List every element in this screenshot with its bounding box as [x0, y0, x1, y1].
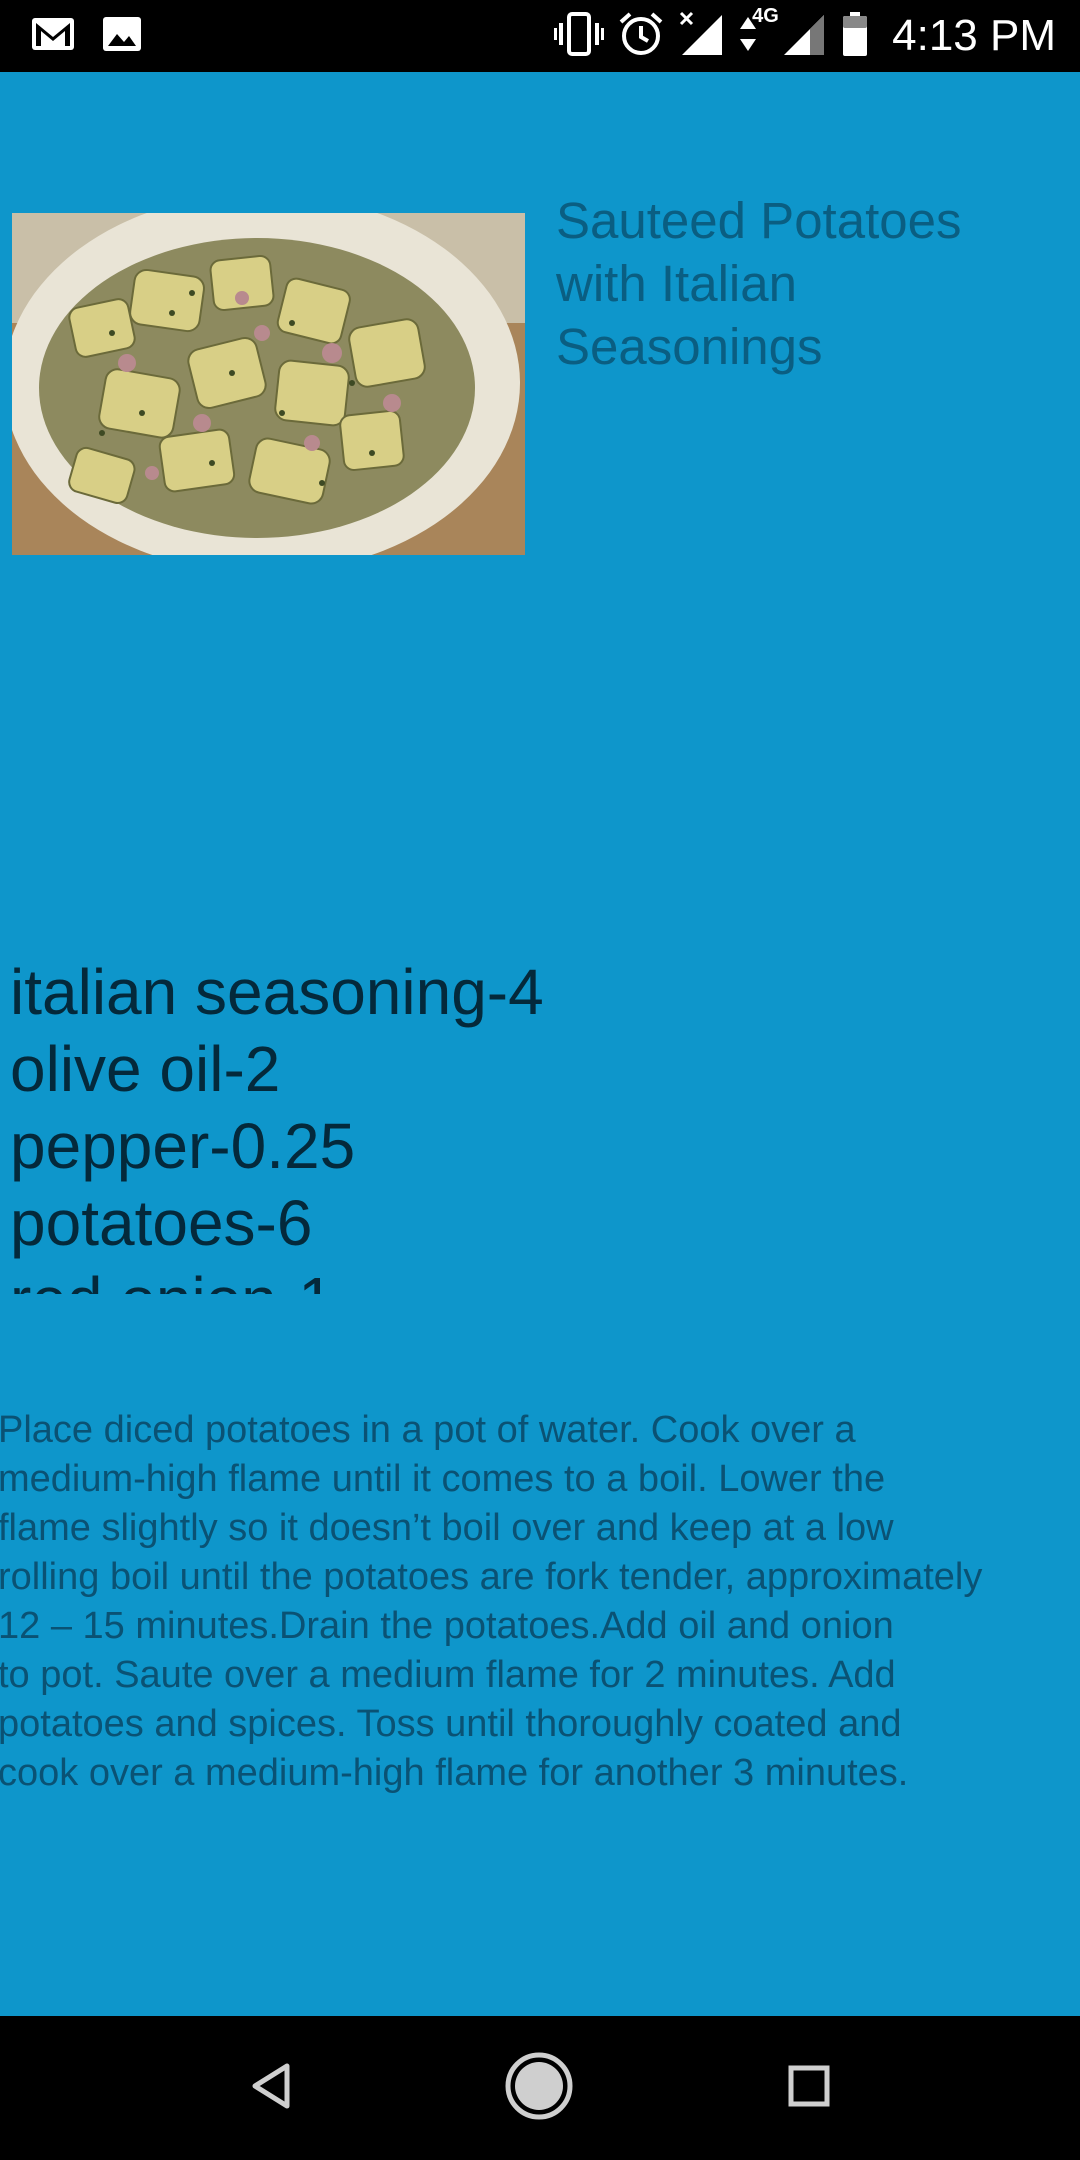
- recents-button[interactable]: [773, 2052, 845, 2124]
- home-button[interactable]: [503, 2052, 575, 2124]
- wifi-off-icon: [678, 11, 724, 62]
- alarm-icon: [618, 11, 664, 62]
- image-icon: [102, 16, 142, 57]
- gmail-icon: [30, 16, 76, 57]
- network-type-label: 4G: [752, 4, 779, 27]
- ingredient-item: italian seasoning-4: [10, 956, 544, 1028]
- status-bar: 4G 4:13 PM: [0, 0, 1080, 72]
- battery-icon: [840, 11, 870, 62]
- recipe-photo: [12, 213, 525, 555]
- system-icons: 4G 4:13 PM: [554, 5, 1056, 62]
- data-arrows-icon: 4G: [738, 5, 779, 62]
- recents-icon: [787, 2064, 831, 2113]
- vibrate-icon: [554, 11, 605, 62]
- recipe-instructions: Place diced potatoes in a pot of water. …: [0, 1409, 983, 1794]
- recipe-screen[interactable]: Sauteed Potatoes with Italian Seasonings…: [0, 72, 1080, 2016]
- back-button[interactable]: [235, 2052, 307, 2124]
- clock-time: 4:13 PM: [892, 11, 1056, 60]
- back-icon: [249, 2062, 293, 2115]
- ingredients-list[interactable]: italian seasoning-4 olive oil-2 pepper-0…: [10, 954, 1070, 1294]
- navigation-bar: [0, 2016, 1080, 2160]
- notification-icons: [30, 14, 142, 58]
- ingredient-item: olive oil-2: [10, 1033, 281, 1105]
- home-icon: [504, 2051, 574, 2126]
- recipe-title: Sauteed Potatoes with Italian Seasonings: [556, 192, 962, 375]
- ingredient-item: red onion-1: [10, 1262, 1070, 1294]
- ingredient-item: pepper-0.25: [10, 1110, 356, 1182]
- signal-icon: [780, 11, 826, 62]
- ingredient-item: potatoes-6: [10, 1187, 313, 1259]
